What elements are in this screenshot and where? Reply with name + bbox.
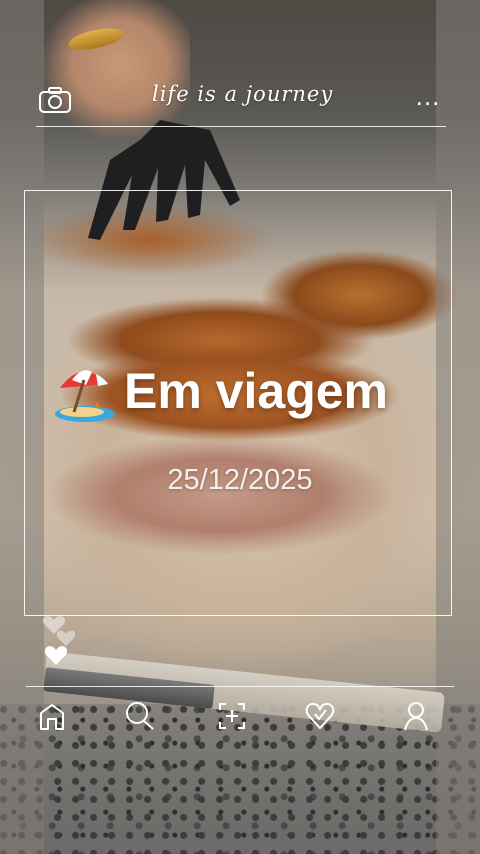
heart-outline-icon — [42, 616, 76, 646]
add-icon — [219, 703, 245, 729]
nav-home-button[interactable] — [30, 694, 74, 738]
nav-search-button[interactable] — [118, 694, 162, 738]
nav-likes-button[interactable] — [298, 694, 342, 738]
heart-icon — [305, 702, 335, 730]
top-divider — [36, 126, 446, 127]
date-label: 25/12/2025 — [167, 464, 313, 496]
headline-title: Em viagem — [124, 363, 389, 419]
nav-profile-button[interactable] — [394, 694, 438, 738]
nav-add-button[interactable] — [210, 694, 254, 738]
heart-filled-icon — [44, 646, 68, 665]
tagline: life is a journey — [152, 82, 334, 106]
search-icon — [126, 702, 154, 730]
beach-umbrella-icon — [55, 370, 115, 422]
camera-button[interactable] — [38, 86, 72, 114]
more-options-button[interactable]: … — [412, 83, 444, 110]
home-icon — [40, 704, 64, 730]
camera-icon — [39, 87, 71, 113]
reaction-hearts[interactable] — [40, 612, 80, 668]
profile-icon — [404, 702, 428, 731]
bottom-divider — [26, 686, 454, 687]
bottom-nav — [26, 694, 454, 740]
headline: Em viagem — [52, 356, 452, 426]
